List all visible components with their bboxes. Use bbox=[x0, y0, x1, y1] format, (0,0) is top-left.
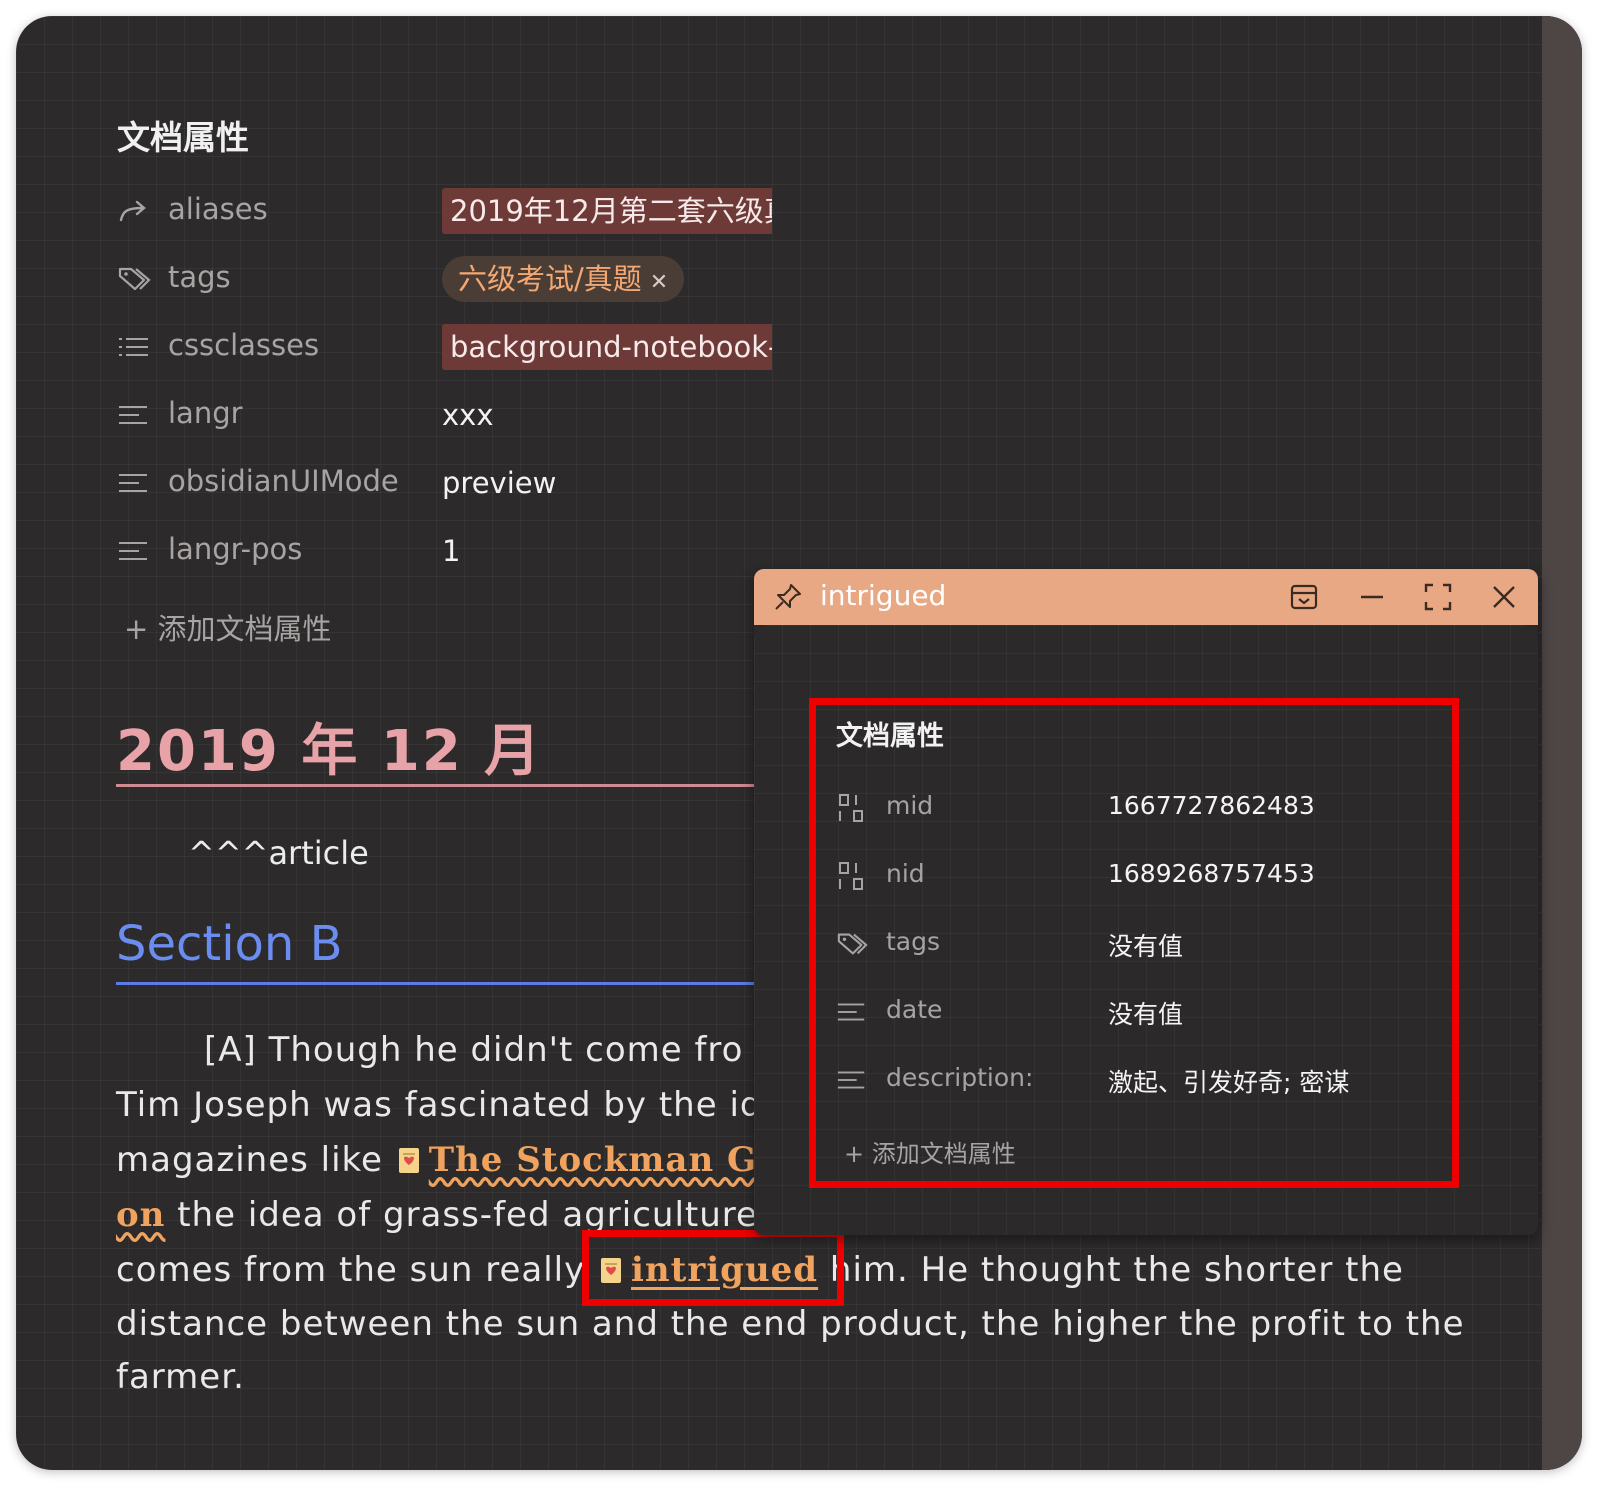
internal-link[interactable]: on bbox=[116, 1195, 165, 1235]
property-value[interactable]: xxx bbox=[442, 392, 494, 438]
paragraph-line: [A] Though he didn't come fro bbox=[204, 1030, 744, 1070]
maximize-icon[interactable] bbox=[1422, 581, 1454, 613]
property-langr[interactable]: langr xxx bbox=[117, 392, 772, 440]
plus-icon: + bbox=[124, 612, 158, 646]
tag-pill[interactable]: 六级考试/真题 ✕ bbox=[442, 256, 685, 302]
text-icon bbox=[119, 474, 147, 492]
text-span: the idea of grass-fed agriculture bbox=[165, 1195, 758, 1235]
popover-highlight-box bbox=[809, 698, 1459, 1188]
pill-label: 2019年12月第二套六级真题 bbox=[450, 194, 772, 228]
heading-1-underline bbox=[116, 784, 772, 787]
property-key: obsidianUIMode bbox=[168, 464, 399, 498]
property-key: langr-pos bbox=[168, 532, 303, 566]
paragraph-line: Tim Joseph was fascinated by the id bbox=[116, 1085, 763, 1125]
app-window: 文档属性 aliases 2019年12月第二套六级真题✕ tags 六级考试/… bbox=[16, 16, 1582, 1470]
property-value[interactable]: background-notebook-liked-switch✕ bbox=[442, 324, 772, 370]
scrollbar[interactable] bbox=[1542, 16, 1582, 1470]
paragraph-line: on the idea of grass-fed agriculture bbox=[116, 1195, 758, 1235]
property-cssclasses[interactable]: cssclasses background-notebook-liked-swi… bbox=[117, 324, 772, 372]
tags-icon bbox=[118, 267, 151, 291]
properties-title: 文档属性 bbox=[117, 118, 249, 157]
internal-link[interactable]: The Stockman Gras bbox=[429, 1140, 772, 1180]
property-key: aliases bbox=[168, 192, 268, 226]
pill-label: background-notebook-liked-switch bbox=[450, 330, 772, 364]
text-icon bbox=[119, 406, 147, 424]
property-tags[interactable]: tags 六级考试/真题 ✕ bbox=[117, 256, 772, 304]
popover-title: intrigued bbox=[820, 579, 947, 612]
pin-icon[interactable] bbox=[772, 581, 804, 613]
pill-label: 六级考试/真题 bbox=[458, 262, 642, 296]
heading-1: 2019 年 12 月 bbox=[116, 719, 543, 784]
close-icon[interactable] bbox=[1488, 581, 1520, 613]
property-value[interactable]: 1 bbox=[442, 528, 460, 574]
property-key: cssclasses bbox=[168, 328, 320, 362]
text-span: him. He thought the shorter the bbox=[818, 1250, 1404, 1290]
forward-arrow-icon bbox=[119, 200, 146, 222]
text-span: comes from the sun really bbox=[116, 1250, 598, 1290]
archive-icon[interactable] bbox=[1288, 581, 1320, 613]
text-span: magazines like bbox=[116, 1140, 395, 1180]
property-langr-pos[interactable]: langr-pos 1 bbox=[117, 528, 772, 576]
paragraph-line: farmer. bbox=[116, 1357, 245, 1397]
hover-popover[interactable]: intrigued 文档属性 mid 1667727862483 nid 168… bbox=[754, 569, 1538, 1235]
paragraph-line: distance between the sun and the end pro… bbox=[116, 1304, 1465, 1344]
list-icon bbox=[119, 338, 148, 356]
paragraph-line: magazines like The Stockman Gras bbox=[116, 1140, 772, 1180]
minimize-icon[interactable] bbox=[1356, 581, 1388, 613]
note-icon bbox=[398, 1148, 419, 1173]
remove-icon[interactable]: ✕ bbox=[650, 270, 668, 295]
highlight-box bbox=[582, 1230, 844, 1306]
note-clip: 文档属性 aliases 2019年12月第二套六级真题✕ tags 六级考试/… bbox=[16, 16, 772, 1316]
cssclass-pill[interactable]: background-notebook-liked-switch✕ bbox=[442, 324, 772, 370]
heading-2: Section B bbox=[116, 916, 343, 972]
property-value[interactable]: preview bbox=[442, 460, 556, 506]
property-aliases[interactable]: aliases 2019年12月第二套六级真题✕ bbox=[117, 188, 772, 236]
property-obsidianuimode[interactable]: obsidianUIMode preview bbox=[117, 460, 772, 508]
block-marker: ^^^article bbox=[188, 834, 369, 872]
property-key: langr bbox=[168, 396, 243, 430]
property-key: tags bbox=[168, 260, 231, 294]
text-icon bbox=[119, 542, 147, 560]
add-property-button[interactable]: + 添加文档属性 bbox=[124, 606, 332, 648]
add-property-label: 添加文档属性 bbox=[157, 612, 332, 646]
heading-2-underline bbox=[116, 982, 772, 985]
popover-header[interactable]: intrigued bbox=[754, 569, 1538, 625]
property-value[interactable]: 2019年12月第二套六级真题✕ bbox=[442, 188, 772, 234]
property-value[interactable]: 六级考试/真题 ✕ bbox=[442, 256, 685, 302]
alias-pill[interactable]: 2019年12月第二套六级真题✕ bbox=[442, 188, 772, 234]
